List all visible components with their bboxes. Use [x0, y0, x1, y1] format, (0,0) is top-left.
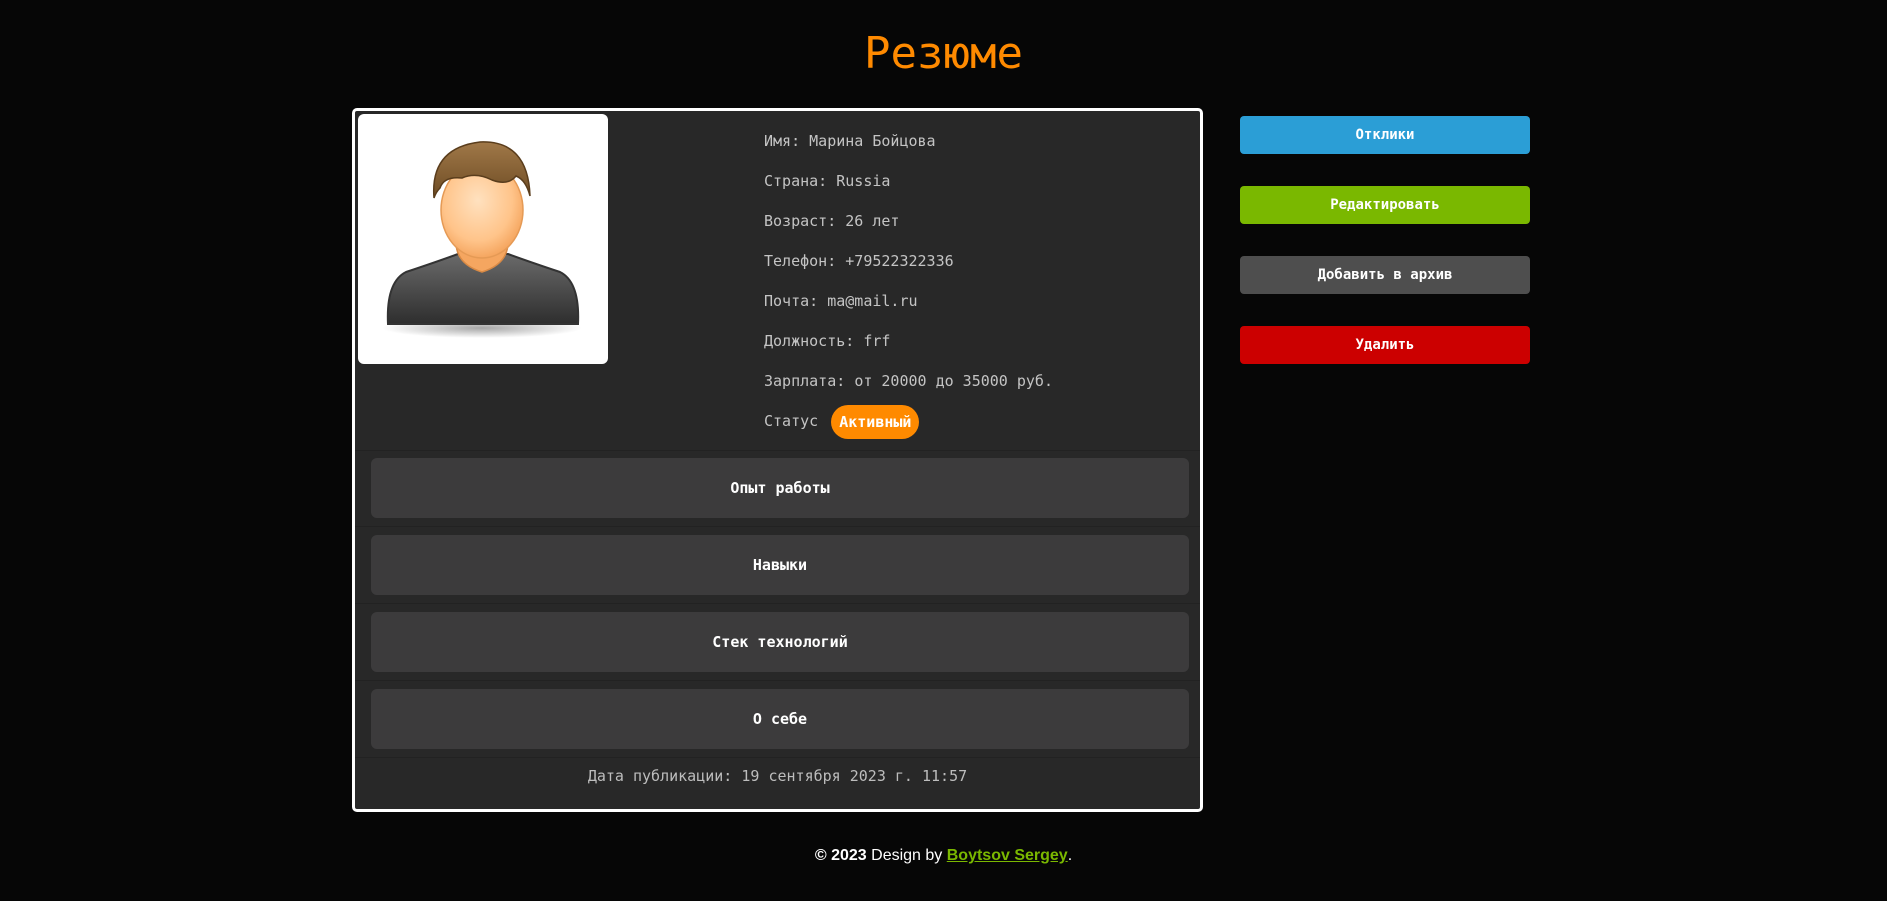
section-skills[interactable]: Навыки: [371, 535, 1189, 595]
divider: [355, 450, 1200, 451]
phone-row: Телефон: +79522322336: [764, 241, 1053, 281]
responses-button[interactable]: Отклики: [1240, 116, 1530, 154]
email-label: Почта:: [764, 292, 819, 310]
email-value: ma@mail.ru: [827, 292, 918, 310]
country-value: Russia: [836, 172, 891, 190]
status-row: Статус Активный: [764, 401, 1053, 441]
design-by-text: Design by: [871, 847, 943, 864]
resume-card: Имя: Марина Бойцова Страна: Russia Возра…: [352, 108, 1203, 812]
section-about[interactable]: О себе: [371, 689, 1189, 749]
salary-row: Зарплата: от 20000 до 35000 руб.: [764, 361, 1053, 401]
page-title: Резюме: [864, 28, 1023, 79]
divider: [355, 603, 1200, 604]
copyright-symbol: ©: [814, 847, 827, 864]
section-tech-stack[interactable]: Стек технологий: [371, 612, 1189, 672]
publication-date: Дата публикации: 19 сентября 2023 г. 11:…: [587, 767, 968, 785]
position-row: Должность: frf: [764, 321, 1053, 361]
delete-button[interactable]: Удалить: [1240, 326, 1530, 364]
profile-info: Имя: Марина Бойцова Страна: Russia Возра…: [764, 121, 1053, 441]
status-label: Статус: [764, 412, 819, 430]
country-label: Страна:: [764, 172, 828, 190]
footer-period: .: [1067, 847, 1073, 864]
salary-value: от 20000 до 35000 руб.: [854, 372, 1053, 390]
position-label: Должность:: [764, 332, 855, 350]
copyright-year: 2023: [831, 847, 867, 864]
divider: [355, 680, 1200, 681]
status-badge: Активный: [831, 404, 920, 439]
avatar: [358, 114, 608, 364]
section-work-experience[interactable]: Опыт работы: [371, 458, 1189, 518]
phone-value: +79522322336: [845, 252, 954, 270]
archive-button[interactable]: Добавить в архив: [1240, 256, 1530, 294]
person-avatar-icon: [382, 141, 582, 338]
salary-label: Зарплата:: [764, 372, 846, 390]
edit-button[interactable]: Редактировать: [1240, 186, 1530, 224]
divider: [355, 526, 1200, 527]
footer: © 2023 Design by Boytsov Sergey.: [0, 847, 1887, 865]
name-value: Марина Бойцова: [809, 132, 936, 150]
position-value: frf: [863, 332, 891, 350]
country-row: Страна: Russia: [764, 161, 1053, 201]
name-row: Имя: Марина Бойцова: [764, 121, 1053, 161]
age-value: 26 лет: [845, 212, 900, 230]
name-label: Имя:: [764, 132, 801, 150]
author-link[interactable]: Boytsov Sergey: [947, 847, 1068, 864]
phone-label: Телефон:: [764, 252, 837, 270]
email-row: Почта: ma@mail.ru: [764, 281, 1053, 321]
age-row: Возраст: 26 лет: [764, 201, 1053, 241]
divider: [355, 757, 1200, 758]
age-label: Возраст:: [764, 212, 837, 230]
